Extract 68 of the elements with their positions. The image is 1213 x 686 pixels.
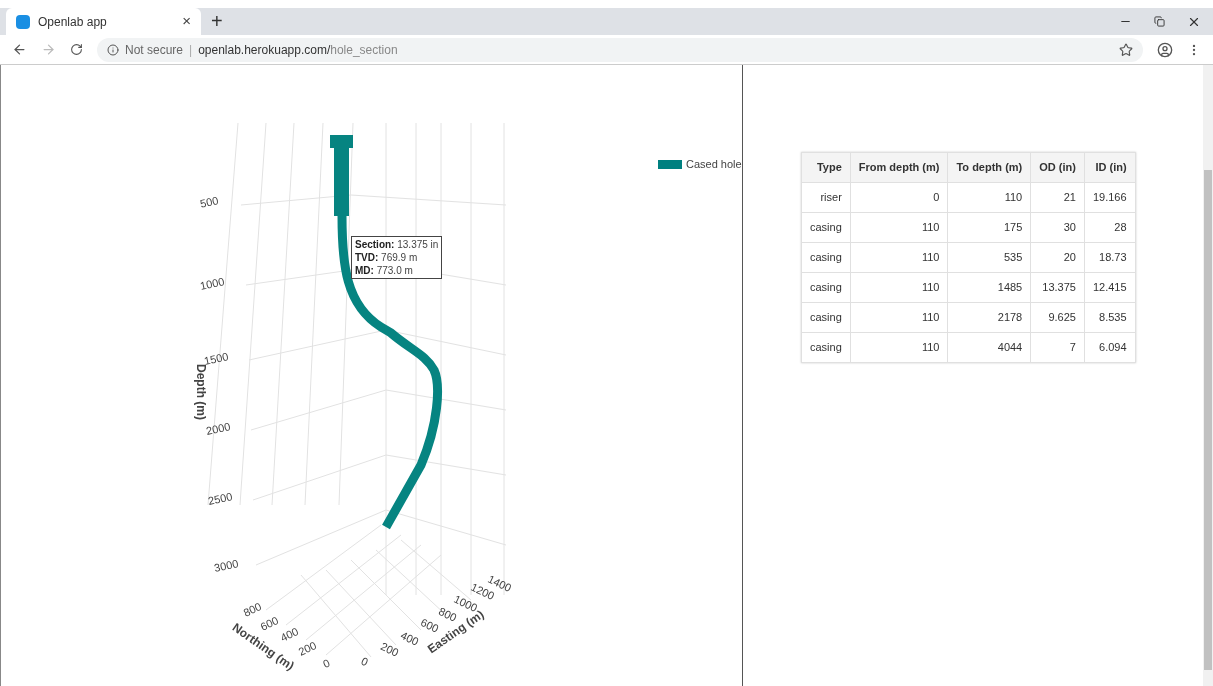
bookmark-star-icon[interactable] bbox=[1119, 42, 1133, 57]
legend-label: Cased hole bbox=[686, 158, 742, 170]
table-cell: 2178 bbox=[947, 302, 1031, 333]
axis-tick-label: 500 bbox=[198, 194, 220, 210]
security-label: Not secure bbox=[125, 41, 184, 59]
axis-tick-label: 3000 bbox=[212, 557, 240, 575]
table-cell: 110 bbox=[947, 182, 1031, 213]
table-cell: 18.73 bbox=[1084, 242, 1136, 273]
table-cell: 110 bbox=[850, 212, 948, 243]
column-header: Type bbox=[801, 152, 851, 183]
axis-tick-label: 0 bbox=[359, 654, 370, 669]
axis-tick-label: 800 bbox=[241, 600, 264, 619]
table-cell: 7 bbox=[1030, 332, 1085, 363]
table-cell: 9.625 bbox=[1030, 302, 1085, 333]
table-cell: 28 bbox=[1084, 212, 1136, 243]
table-cell: 1485 bbox=[947, 272, 1031, 303]
axis-tick-label: 400 bbox=[398, 629, 421, 648]
table-cell: 21 bbox=[1030, 182, 1085, 213]
table-cell: 8.535 bbox=[1084, 302, 1136, 333]
axis-tick-label: 200 bbox=[378, 640, 401, 659]
table-cell: casing bbox=[801, 242, 851, 273]
browser-tab[interactable]: Openlab app × bbox=[6, 8, 201, 35]
close-tab-button[interactable]: × bbox=[182, 10, 191, 33]
url-host: openlab.herokuapp.com/ bbox=[198, 41, 331, 59]
tooltip-line: TVD: 769.9 m bbox=[355, 251, 419, 264]
account-icon[interactable] bbox=[1157, 41, 1173, 58]
reload-icon[interactable] bbox=[70, 43, 83, 56]
new-tab-button[interactable]: + bbox=[201, 8, 233, 35]
tooltip-line: Section: 13.375 in bbox=[355, 238, 439, 251]
axis-tick-label: 2000 bbox=[204, 420, 232, 438]
back-icon[interactable] bbox=[12, 42, 27, 57]
table-cell: casing bbox=[801, 272, 851, 303]
column-header: OD (in) bbox=[1030, 152, 1085, 183]
url-path: hole_section bbox=[330, 41, 398, 59]
tab-title: Openlab app bbox=[38, 13, 108, 31]
scrollbar-thumb[interactable] bbox=[1204, 170, 1212, 670]
table-cell: casing bbox=[801, 212, 851, 243]
table-cell: casing bbox=[801, 302, 851, 333]
table-cell: 535 bbox=[947, 242, 1031, 273]
separator: | bbox=[189, 41, 193, 59]
table-cell: riser bbox=[801, 182, 851, 213]
table-cell: 110 bbox=[850, 242, 948, 273]
tooltip-line: MD: 773.0 m bbox=[355, 264, 414, 277]
axis-title: Depth (m) bbox=[194, 364, 208, 420]
app-icon bbox=[16, 14, 30, 29]
table-cell: 110 bbox=[850, 272, 948, 303]
table-cell: 13.375 bbox=[1030, 272, 1085, 303]
axis-tick-label: 1000 bbox=[198, 275, 226, 293]
column-header: ID (in) bbox=[1084, 152, 1136, 183]
address-bar[interactable]: Not secure | openlab.herokuapp.com/hole_section bbox=[97, 37, 1143, 62]
table-cell: 19.166 bbox=[1084, 182, 1136, 213]
axis-tick-label: 2500 bbox=[206, 490, 234, 508]
table-cell: 20 bbox=[1030, 242, 1085, 273]
axis-tick-label: 800 bbox=[436, 605, 459, 624]
table-cell: 110 bbox=[850, 332, 948, 363]
column-header: To depth (m) bbox=[947, 152, 1031, 183]
table-cell: 110 bbox=[850, 302, 948, 333]
restore-icon[interactable] bbox=[1154, 16, 1165, 27]
table-cell: 175 bbox=[947, 212, 1031, 243]
table-cell: 6.094 bbox=[1084, 332, 1136, 363]
column-header: From depth (m) bbox=[850, 152, 948, 183]
info-icon bbox=[107, 43, 119, 56]
table-cell: 4044 bbox=[947, 332, 1031, 363]
table-cell: 30 bbox=[1030, 212, 1085, 243]
table-cell: casing bbox=[801, 332, 851, 363]
table-cell: 12.415 bbox=[1084, 272, 1136, 303]
table-cell: 0 bbox=[850, 182, 948, 213]
axis-tick-label: 0 bbox=[321, 656, 332, 671]
